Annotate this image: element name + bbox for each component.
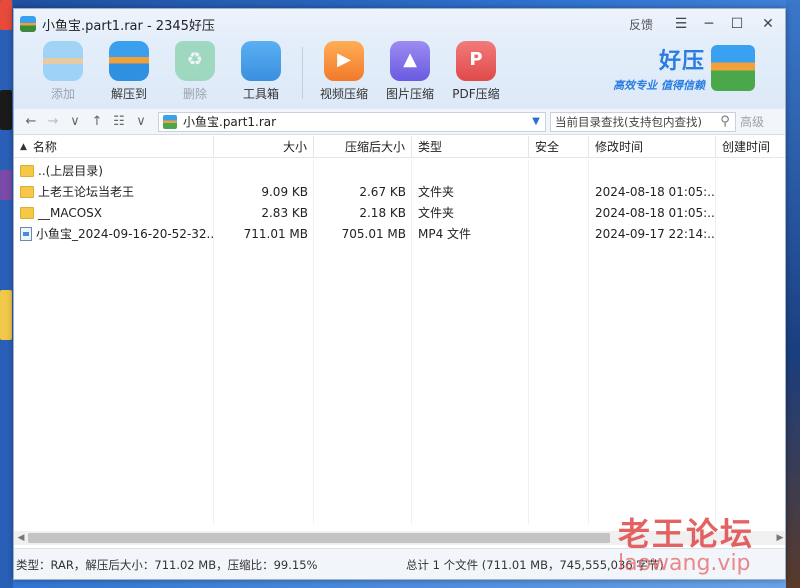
pdf-compress-label: PDF压缩 — [452, 87, 500, 101]
search-placeholder: 当前目录查找(支持包内查找) — [555, 114, 702, 129]
path-field[interactable]: 小鱼宝.part1.rar ▼ — [158, 111, 546, 132]
file-type: MP4 文件 — [418, 227, 472, 241]
file-size: 2.83 KB — [261, 205, 308, 220]
desktop-icon[interactable] — [0, 0, 12, 30]
maximize-button[interactable]: ☐ — [723, 9, 751, 39]
video-compress-label: 视频压缩 — [319, 87, 368, 101]
folder-icon — [20, 206, 34, 219]
feedback-link[interactable]: 反馈 — [629, 16, 653, 33]
add-archive-icon — [43, 41, 83, 81]
file-modified: 2024-08-18 01:05:... — [595, 184, 716, 199]
minimize-button[interactable]: ─ — [695, 9, 723, 39]
add-label: 添加 — [50, 87, 75, 101]
desktop-icon[interactable] — [0, 290, 12, 340]
scroll-right-icon[interactable]: ▶ — [773, 533, 785, 543]
toolbar-separator — [302, 47, 303, 99]
path-dropdown-icon[interactable]: ▼ — [527, 116, 545, 127]
file-compressed-size: 2.67 KB — [359, 184, 406, 199]
brand-name: 好压 — [658, 49, 705, 74]
column-header-created[interactable]: 创建时间 — [716, 136, 785, 157]
recycle-icon: ♻ — [175, 41, 215, 81]
desktop-icon[interactable] — [0, 90, 12, 130]
file-compressed-size: 705.01 MB — [341, 226, 406, 241]
pdf-compress-button[interactable]: P PDF压缩 — [443, 41, 509, 102]
image-compress-button[interactable]: ▲ 图片压缩 — [377, 41, 443, 102]
view-mode-icon[interactable]: ☷ — [108, 114, 130, 129]
history-dropdown-icon[interactable]: ∨ — [64, 114, 86, 129]
table-row[interactable]: ..(上层目录) — [14, 160, 785, 181]
column-header-modified[interactable]: 修改时间 — [589, 136, 716, 157]
search-icon[interactable]: ⚲ — [715, 114, 735, 129]
archive-info: 类型：RAR，解压后大小：711.02 MB，压缩比：99.15% — [16, 558, 318, 572]
close-button[interactable]: ✕ — [751, 9, 785, 39]
delete-label: 删除 — [182, 87, 207, 101]
add-button[interactable]: 添加 — [30, 41, 96, 102]
table-row[interactable]: 小鱼宝_2024-09-16-20-52-32... 711.01 MB 705… — [14, 223, 785, 244]
file-list: ▲ 名称 大小 压缩后大小 类型 安全 修改时间 创建时间 ..(上层目录) 上… — [14, 136, 785, 546]
app-logo-icon — [20, 16, 36, 32]
toolbox-label: 工具箱 — [242, 87, 279, 101]
folder-icon — [20, 164, 34, 177]
back-arrow-icon[interactable]: ← — [20, 114, 42, 129]
pdf-icon: P — [456, 41, 496, 81]
desktop-background-right — [786, 0, 800, 588]
delete-button[interactable]: ♻ 删除 — [162, 41, 228, 102]
column-header-type[interactable]: 类型 — [412, 136, 529, 157]
brand: 好压 高效专业 值得信赖 — [613, 43, 755, 93]
table-header: ▲ 名称 大小 压缩后大小 类型 安全 修改时间 创建时间 — [14, 136, 785, 158]
video-file-icon — [20, 226, 32, 241]
horizontal-scrollbar[interactable]: ◀ ▶ — [14, 531, 785, 545]
brand-slogan: 高效专业 值得信赖 — [613, 79, 705, 92]
column-header-name[interactable]: ▲ 名称 — [14, 136, 214, 157]
file-compressed-size: 2.18 KB — [359, 205, 406, 220]
menu-icon[interactable]: ☰ — [667, 9, 695, 39]
column-header-security[interactable]: 安全 — [529, 136, 589, 157]
up-arrow-icon[interactable]: ↑ — [86, 114, 108, 129]
extract-to-button[interactable]: 解压到 — [96, 41, 162, 102]
view-mode-dropdown-icon[interactable]: ∨ — [130, 114, 152, 129]
file-modified: 2024-08-18 01:05:... — [595, 205, 716, 220]
file-type: 文件夹 — [418, 206, 455, 220]
window-title: 小鱼宝.part1.rar - 2345好压 — [42, 18, 215, 34]
selection-summary: 总计 1 个文件 (711.01 MB，745,555,036 字节) — [406, 558, 664, 572]
table-row[interactable]: __MACOSX 2.83 KB 2.18 KB 文件夹 2024-08-18 … — [14, 202, 785, 223]
file-size: 711.01 MB — [243, 226, 308, 241]
title-bar[interactable]: 小鱼宝.part1.rar - 2345好压 反馈 ☰ ─ ☐ ✕ — [14, 9, 785, 39]
extract-label: 解压到 — [110, 87, 147, 101]
navigation-bar: ← → ∨ ↑ ☷ ∨ 小鱼宝.part1.rar ▼ 当前目录查找(支持包内查… — [14, 109, 785, 135]
toolbar: 添加 解压到 ♻ 删除 工具箱 ▶ 视频压缩 ▲ 图片压缩 P PDF压缩 好压… — [14, 39, 785, 109]
image-icon: ▲ — [390, 41, 430, 81]
table-row[interactable]: 上老王论坛当老王 9.09 KB 2.67 KB 文件夹 2024-08-18 … — [14, 181, 785, 202]
folder-icon — [20, 185, 34, 198]
video-compress-button[interactable]: ▶ 视频压缩 — [311, 41, 377, 102]
path-text: 小鱼宝.part1.rar — [183, 115, 277, 129]
video-icon: ▶ — [324, 41, 364, 81]
file-modified: 2024-09-17 22:14:... — [595, 226, 716, 241]
forward-arrow-icon[interactable]: → — [42, 114, 64, 129]
table-body: ..(上层目录) 上老王论坛当老王 9.09 KB 2.67 KB 文件夹 20… — [14, 160, 785, 524]
archive-icon — [163, 114, 177, 129]
column-label: 名称 — [32, 140, 57, 154]
status-bar: 类型：RAR，解压后大小：711.02 MB，压缩比：99.15% 总计 1 个… — [14, 548, 785, 579]
advanced-search-button[interactable]: 高级 — [740, 113, 764, 130]
column-header-compressed-size[interactable]: 压缩后大小 — [314, 136, 412, 157]
desktop-icon[interactable] — [0, 170, 12, 200]
scrollbar-thumb[interactable] — [28, 533, 610, 543]
file-type: 文件夹 — [418, 185, 455, 199]
column-header-size[interactable]: 大小 — [214, 136, 314, 157]
extract-icon — [109, 41, 149, 81]
image-compress-label: 图片压缩 — [385, 87, 434, 101]
brand-logo-icon — [711, 45, 755, 91]
file-name: ..(上层目录) — [38, 164, 103, 178]
file-name: 上老王论坛当老王 — [38, 185, 135, 199]
toolbox-button[interactable]: 工具箱 — [228, 41, 294, 102]
file-name: 小鱼宝_2024-09-16-20-52-32... — [36, 227, 214, 241]
archive-window: 小鱼宝.part1.rar - 2345好压 反馈 ☰ ─ ☐ ✕ 添加 解压到… — [13, 8, 786, 580]
file-name: __MACOSX — [38, 205, 103, 220]
toolbox-icon — [241, 41, 281, 81]
scroll-left-icon[interactable]: ◀ — [14, 533, 28, 543]
search-input[interactable]: 当前目录查找(支持包内查找) ⚲ — [550, 111, 736, 132]
file-size: 9.09 KB — [261, 184, 308, 199]
sort-asc-icon: ▲ — [20, 141, 27, 152]
